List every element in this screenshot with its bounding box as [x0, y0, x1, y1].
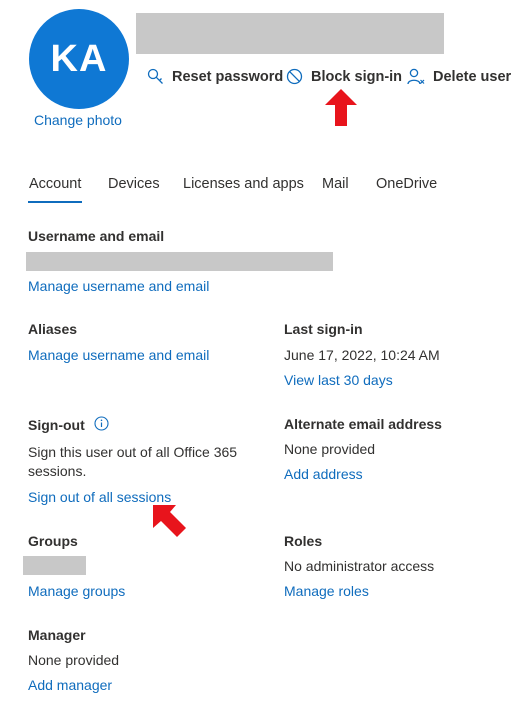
groups-redacted [23, 556, 86, 575]
block-signin-button[interactable]: Block sign-in [286, 68, 402, 85]
tab-licenses-and-apps[interactable]: Licenses and apps [183, 176, 304, 192]
tab-devices[interactable]: Devices [108, 176, 160, 192]
add-address-link[interactable]: Add address [284, 466, 363, 482]
tab-active-indicator [28, 201, 82, 203]
delete-user-icon [407, 68, 425, 86]
annotation-arrow-up [323, 88, 359, 133]
signout-heading-row: Sign-out [28, 416, 109, 434]
manage-roles-link[interactable]: Manage roles [284, 583, 369, 599]
block-icon [286, 68, 303, 85]
alternate-email-heading: Alternate email address [284, 416, 442, 432]
username-heading: Username and email [28, 228, 165, 244]
delete-user-button[interactable]: Delete user [407, 68, 511, 86]
view-last-30-days-link[interactable]: View last 30 days [284, 372, 393, 388]
tab-account[interactable]: Account [29, 176, 81, 192]
last-signin-value: June 17, 2022, 10:24 AM [284, 347, 440, 363]
tab-onedrive[interactable]: OneDrive [376, 176, 437, 192]
annotation-arrow-diagonal [149, 501, 189, 546]
username-redacted [26, 252, 333, 271]
manage-groups-link[interactable]: Manage groups [28, 583, 125, 599]
manager-heading: Manager [28, 627, 86, 643]
add-manager-link[interactable]: Add manager [28, 677, 112, 693]
roles-value: No administrator access [284, 558, 435, 574]
alternate-email-value: None provided [284, 441, 376, 457]
aliases-heading: Aliases [28, 321, 78, 337]
tab-mail[interactable]: Mail [322, 176, 349, 192]
last-signin-heading: Last sign-in [284, 321, 363, 337]
user-name-redacted [136, 13, 444, 54]
signout-heading: Sign-out [28, 417, 85, 433]
manager-value: None provided [28, 652, 120, 668]
signout-description: Sign this user out of all Office 365 ses… [28, 444, 238, 479]
aliases-manage-link[interactable]: Manage username and email [28, 347, 209, 363]
change-photo-link[interactable]: Change photo [34, 112, 122, 128]
roles-heading: Roles [284, 533, 323, 549]
reset-password-button[interactable]: Reset password [147, 68, 283, 85]
block-signin-label: Block sign-in [311, 68, 403, 85]
avatar[interactable]: KA [29, 9, 129, 109]
key-icon [147, 68, 164, 85]
groups-heading: Groups [28, 533, 78, 549]
info-icon[interactable] [94, 416, 109, 434]
reset-password-label: Reset password [172, 68, 284, 85]
delete-user-label: Delete user [433, 69, 512, 85]
avatar-initials: KA [50, 37, 108, 80]
manage-username-link[interactable]: Manage username and email [28, 278, 209, 294]
